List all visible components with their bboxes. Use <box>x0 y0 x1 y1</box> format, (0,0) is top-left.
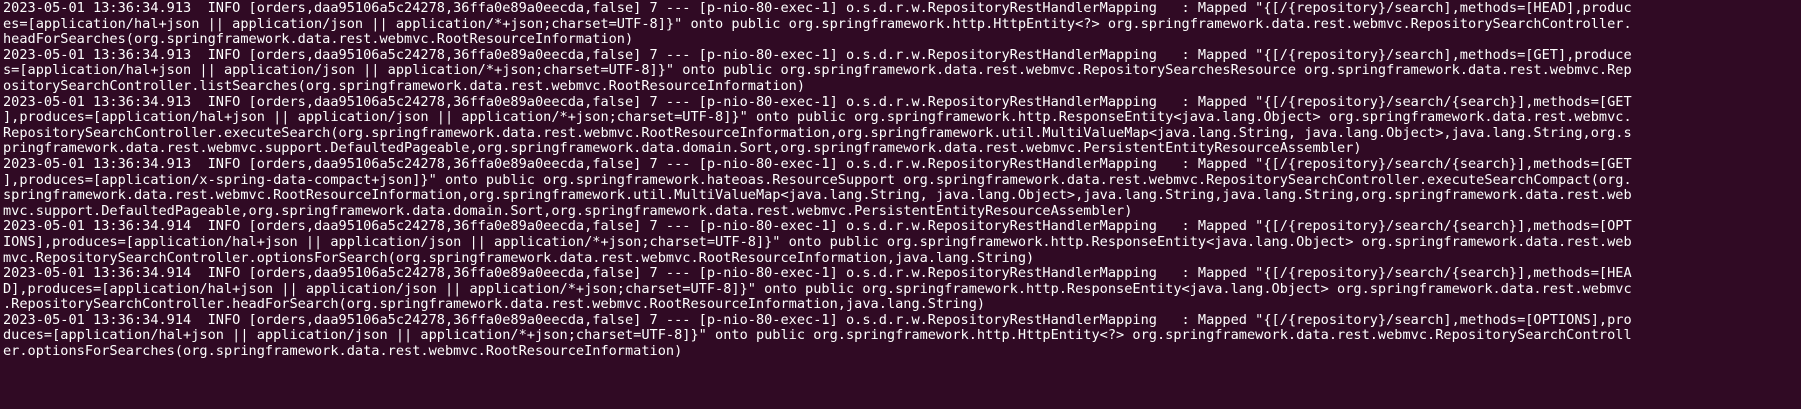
log-line: 2023-05-01 13:36:34.914 INFO [orders,daa… <box>3 219 1632 235</box>
log-line: IONS],produces=[application/hal+json || … <box>3 234 1632 250</box>
terminal-output[interactable]: 2023-05-01 13:36:34.913 INFO [orders,daa… <box>0 0 1801 409</box>
log-line: pringframework.data.rest.webmvc.support.… <box>3 141 1362 157</box>
log-line: mvc.RepositorySearchController.optionsFo… <box>3 250 1035 266</box>
log-line: 2023-05-01 13:36:34.913 INFO [orders,daa… <box>3 1 1632 16</box>
log-line: er.optionsForSearches(org.springframewor… <box>3 344 683 360</box>
log-line: 2023-05-01 13:36:34.913 INFO [orders,daa… <box>3 156 1632 172</box>
log-line: ],produces=[application/hal+json || appl… <box>3 110 1632 126</box>
log-line: ositorySearchController.listSearches(org… <box>3 78 806 94</box>
log-line: ],produces=[application/x-spring-data-co… <box>3 172 1632 188</box>
log-line: .RepositorySearchController.headForSearc… <box>3 297 986 313</box>
log-line: s=[application/hal+json || application/j… <box>3 63 1632 79</box>
log-line: duces=[application/hal+json || applicati… <box>3 328 1632 344</box>
log-line: springframework.data.rest.webmvc.RootRes… <box>3 188 1632 204</box>
log-line: es=[application/hal+json || application/… <box>3 16 1632 32</box>
log-line: 2023-05-01 13:36:34.914 INFO [orders,daa… <box>3 266 1632 282</box>
log-line: D],produces=[application/hal+json || app… <box>3 281 1632 297</box>
log-line: headForSearches(org.springframework.data… <box>3 32 634 48</box>
log-line: 2023-05-01 13:36:34.913 INFO [orders,daa… <box>3 47 1632 63</box>
log-line: RepositorySearchController.executeSearch… <box>3 125 1632 141</box>
log-line: 2023-05-01 13:36:34.914 INFO [orders,daa… <box>3 312 1632 328</box>
log-line: mvc.support.DefaultedPageable,org.spring… <box>3 203 1133 219</box>
log-line: 2023-05-01 13:36:34.913 INFO [orders,daa… <box>3 94 1632 110</box>
